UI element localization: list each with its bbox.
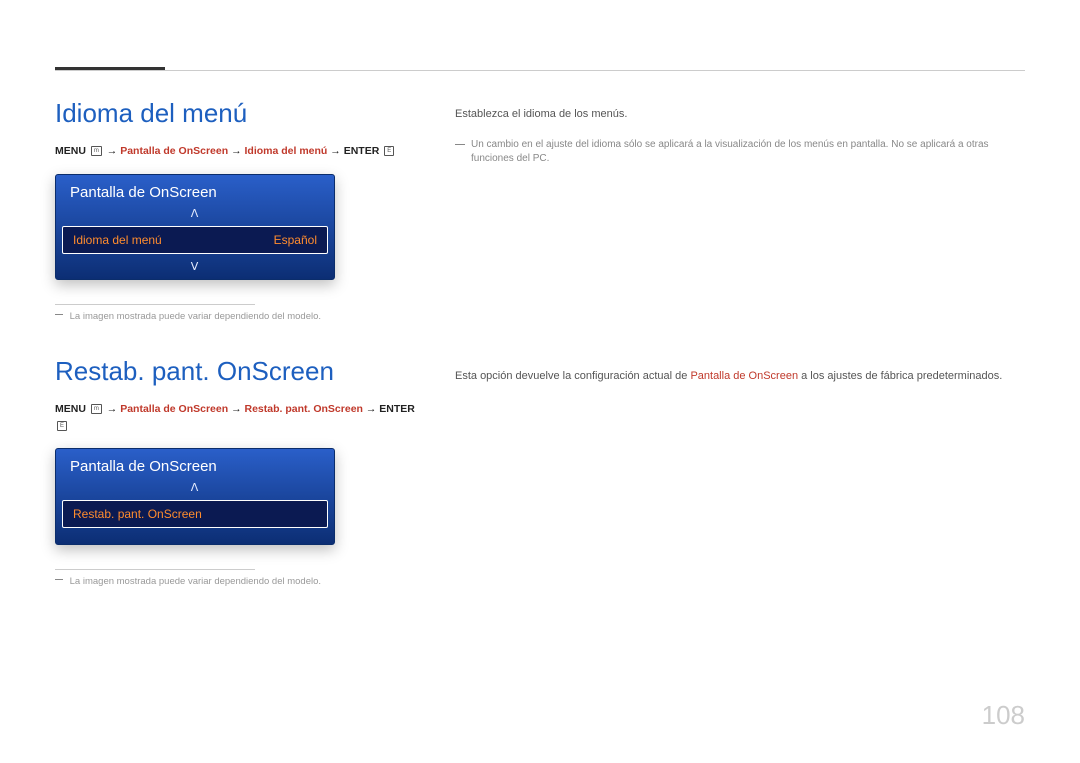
right-column: Esta opción devuelve la configuración ac… xyxy=(420,356,1025,400)
osd-item-selected[interactable]: Idioma del menú Español xyxy=(62,226,328,254)
desc-before: Esta opción devuelve la configuración ac… xyxy=(455,370,690,382)
section-title: Idioma del menú xyxy=(55,98,420,129)
osd-padding xyxy=(56,534,334,544)
section-idioma: Idioma del menú MENU m → Pantalla de OnS… xyxy=(55,98,1025,322)
page-number: 108 xyxy=(982,700,1025,731)
right-note-text: Un cambio en el ajuste del idioma sólo s… xyxy=(471,138,1025,166)
left-column: Restab. pant. OnScreen MENU m → Pantalla… xyxy=(55,356,420,588)
breadcrumb-prefix: MENU xyxy=(55,145,86,157)
breadcrumb: MENU m → Pantalla de OnScreen → Restab. … xyxy=(55,401,420,435)
osd-panel: Pantalla de OnScreen ᐱ Idioma del menú E… xyxy=(55,174,335,280)
footnote-label: La imagen mostrada puede variar dependie… xyxy=(70,311,321,322)
breadcrumb-part-2: Idioma del menú xyxy=(245,145,328,157)
menu-icon: m xyxy=(91,404,102,414)
footnote-text: La imagen mostrada puede variar dependie… xyxy=(55,311,420,322)
footnote-text: La imagen mostrada puede variar dependie… xyxy=(55,576,420,587)
osd-item-selected[interactable]: Restab. pant. OnScreen xyxy=(62,500,328,528)
osd-item-value: Español xyxy=(274,233,317,247)
enter-icon: E xyxy=(57,421,67,431)
right-note: Un cambio en el ajuste del idioma sólo s… xyxy=(455,138,1025,166)
footnote-label: La imagen mostrada puede variar dependie… xyxy=(70,576,321,587)
desc-after: a los ajustes de fábrica predeterminados… xyxy=(798,370,1002,382)
osd-header: Pantalla de OnScreen xyxy=(56,175,334,207)
left-column: Idioma del menú MENU m → Pantalla de OnS… xyxy=(55,98,420,322)
breadcrumb-prefix: MENU xyxy=(55,403,86,415)
footnote-rule xyxy=(55,569,255,570)
enter-icon: E xyxy=(384,146,394,156)
header-rule-accent xyxy=(55,67,165,70)
footnote-rule xyxy=(55,304,255,305)
header-rule xyxy=(55,70,1025,71)
right-description: Establezca el idioma de los menús. xyxy=(455,108,1025,120)
breadcrumb: MENU m → Pantalla de OnScreen → Idioma d… xyxy=(55,143,420,160)
breadcrumb-suffix: ENTER xyxy=(344,145,380,157)
section-title: Restab. pant. OnScreen xyxy=(55,356,420,387)
osd-item-label: Idioma del menú xyxy=(73,233,162,247)
section-restab: Restab. pant. OnScreen MENU m → Pantalla… xyxy=(55,356,1025,588)
desc-highlight: Pantalla de OnScreen xyxy=(690,370,798,382)
chevron-up-icon: ᐱ xyxy=(56,207,334,226)
breadcrumb-part-1: Pantalla de OnScreen xyxy=(120,145,228,157)
osd-header: Pantalla de OnScreen xyxy=(56,449,334,481)
chevron-down-icon: ᐯ xyxy=(56,260,334,279)
dash-icon xyxy=(55,314,63,315)
chevron-up-icon: ᐱ xyxy=(56,481,334,500)
right-description: Esta opción devuelve la configuración ac… xyxy=(455,370,1025,382)
osd-item-label: Restab. pant. OnScreen xyxy=(73,507,202,521)
document-page: Idioma del menú MENU m → Pantalla de OnS… xyxy=(0,0,1080,763)
osd-panel: Pantalla de OnScreen ᐱ Restab. pant. OnS… xyxy=(55,448,335,545)
right-column: Establezca el idioma de los menús. Un ca… xyxy=(420,98,1025,166)
breadcrumb-part-1: Pantalla de OnScreen xyxy=(120,403,228,415)
menu-icon: m xyxy=(91,146,102,156)
breadcrumb-part-2: Restab. pant. OnScreen xyxy=(245,403,363,415)
breadcrumb-suffix: ENTER xyxy=(379,403,415,415)
dash-icon xyxy=(55,579,63,580)
dash-icon xyxy=(455,144,465,145)
